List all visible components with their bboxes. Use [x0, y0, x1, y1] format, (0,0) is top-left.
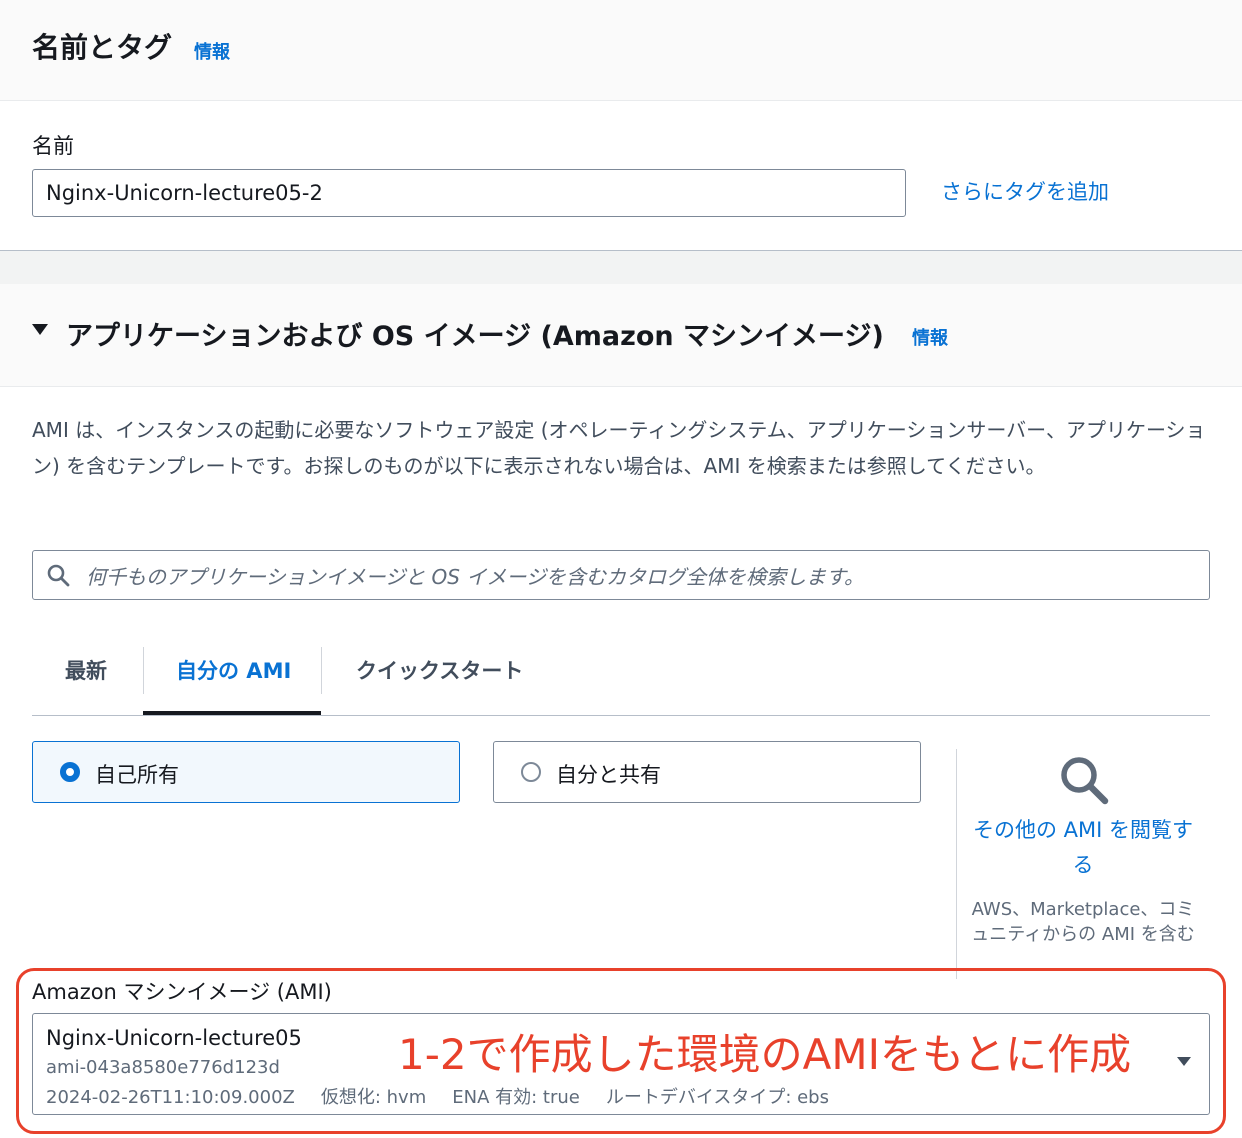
annotation-text: 1-2で作成した環境のAMIをもとに作成 [398, 1030, 1132, 1079]
name-tags-info-link[interactable]: 情報 [194, 38, 230, 64]
ami-description: AMI は、インスタンスの起動に必要なソフトウェア設定 (オペレーティングシステ… [32, 418, 1206, 478]
browse-divider [956, 749, 957, 979]
search-placeholder: 何千ものアプリケーションイメージと OS イメージを含むカタログ全体を検索します… [86, 565, 864, 589]
add-tags-link[interactable]: さらにタグを追加 [941, 176, 1109, 206]
search-icon[interactable] [1058, 754, 1110, 806]
ami-section-title[interactable]: アプリケーションおよび OS イメージ (Amazon マシンイメージ) [66, 314, 884, 353]
browse-more-amis-link[interactable]: その他の AMI を閲覧する [970, 813, 1196, 883]
tab-active-indicator [143, 711, 321, 715]
tabs-underline [32, 715, 1210, 716]
ami-section-info-link[interactable]: 情報 [912, 324, 948, 350]
section-gap [0, 251, 1242, 284]
browse-more-description: AWS、Marketplace、コミュニティからの AMI を含む [971, 899, 1195, 945]
shared-with-me-label[interactable]: 自分と共有 [556, 759, 661, 789]
tab-my-ami[interactable]: 自分の AMI [176, 655, 291, 685]
search-icon [47, 564, 70, 587]
caret-down-icon[interactable] [32, 324, 48, 335]
owned-by-me-label[interactable]: 自己所有 [95, 759, 179, 789]
name-tags-title: 名前とタグ [32, 31, 173, 64]
tab-separator [321, 647, 322, 694]
tab-quick-start[interactable]: クイックスタート [356, 655, 523, 685]
name-label: 名前 [32, 134, 74, 158]
tab-separator [143, 647, 144, 694]
tab-latest[interactable]: 最新 [65, 655, 107, 685]
shared-with-me-radio[interactable] [521, 762, 541, 782]
name-tags-header [0, 0, 1242, 101]
name-input[interactable]: Nginx-Unicorn-lecture05-2 [32, 169, 906, 217]
owned-by-me-radio[interactable] [60, 762, 80, 782]
